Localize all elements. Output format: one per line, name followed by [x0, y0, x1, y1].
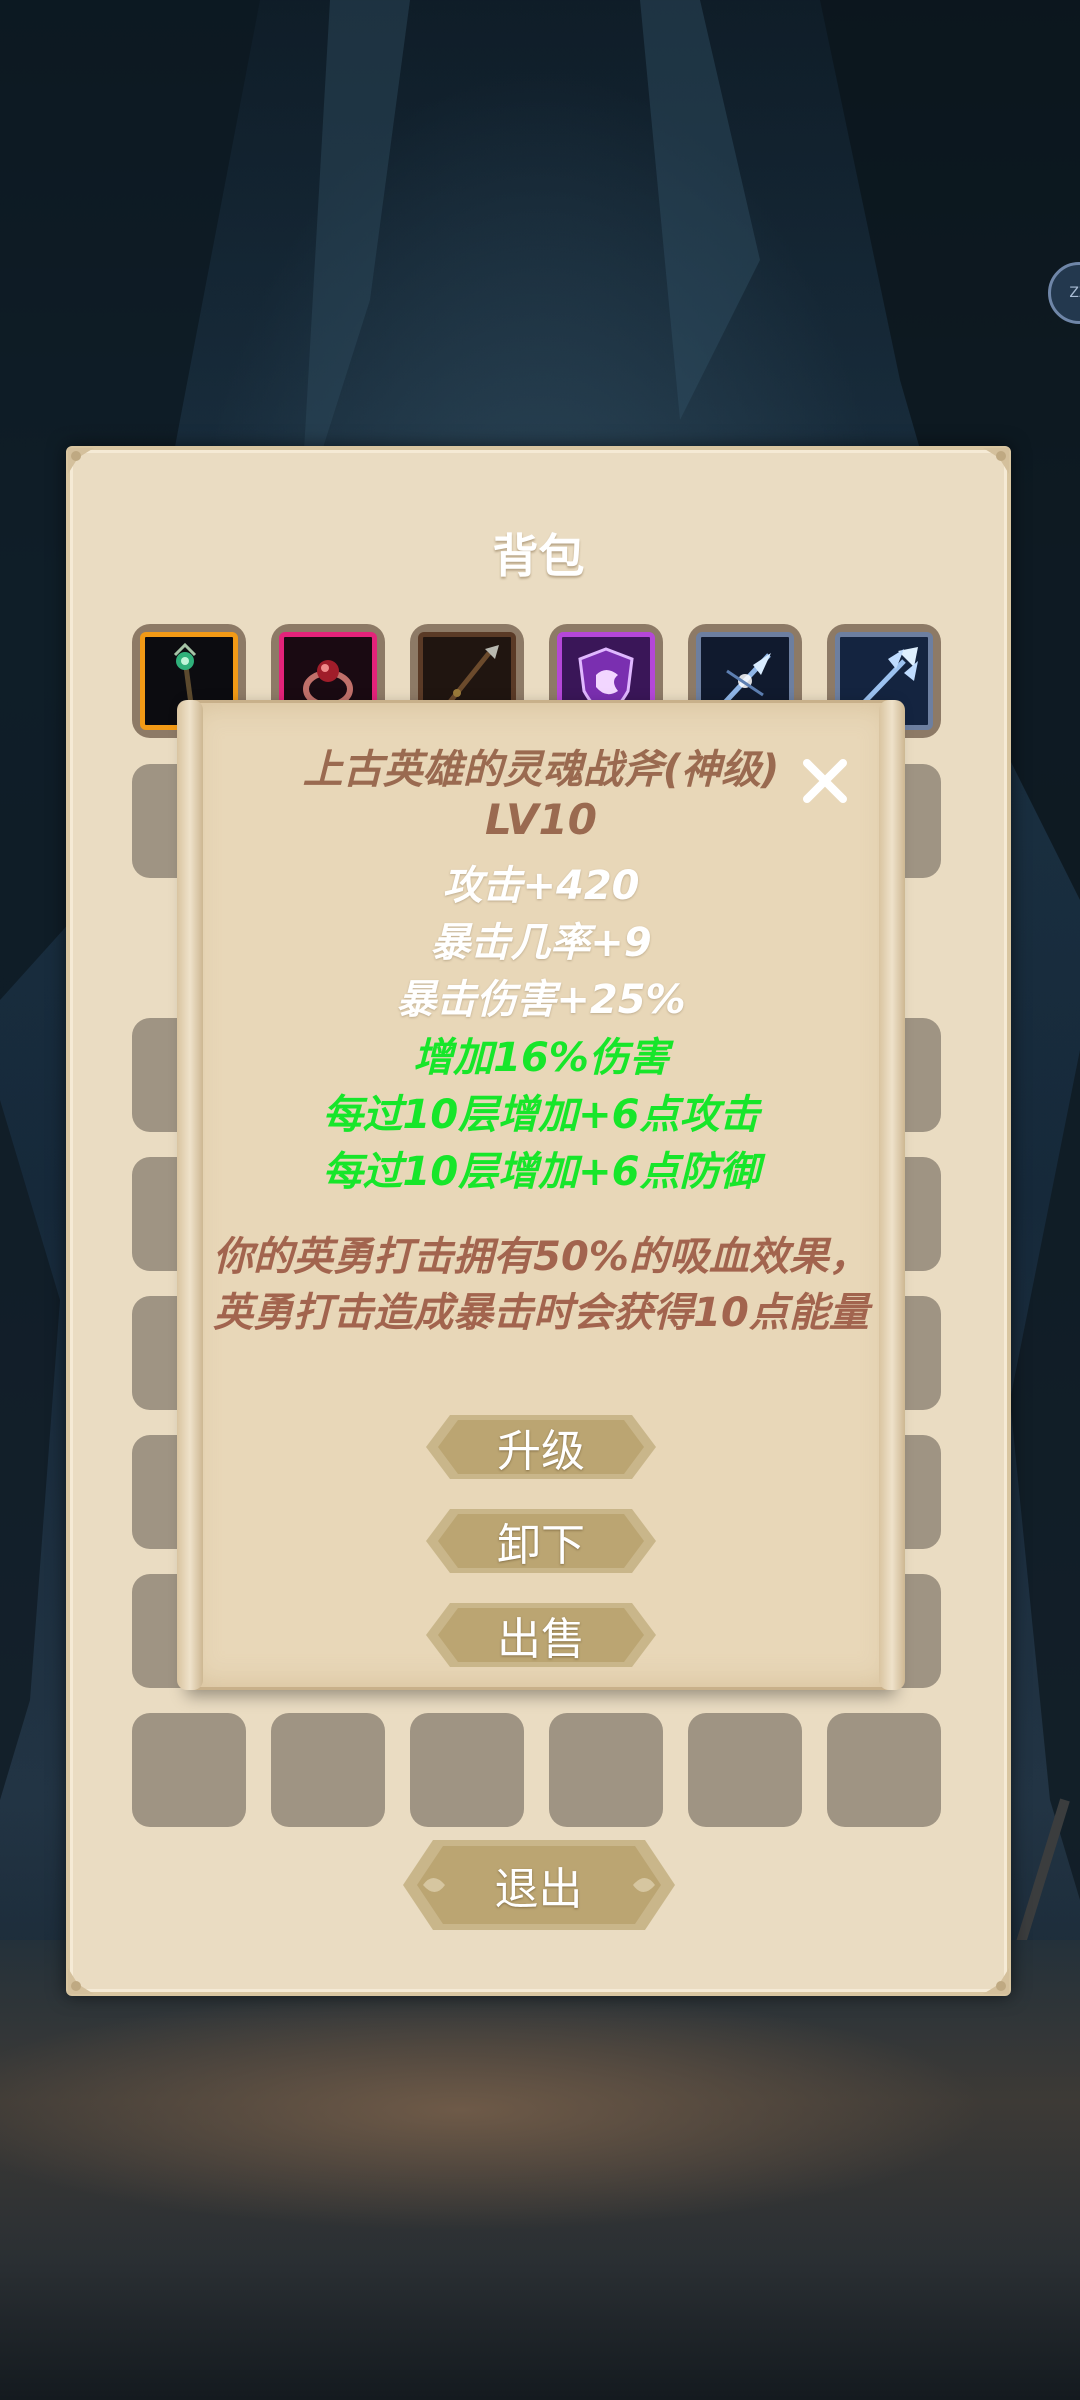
stat-crit-damage: 暴击伤害+25%	[396, 977, 686, 1023]
sell-label: 出售	[497, 1614, 585, 1665]
unequip-button[interactable]: 卸下	[426, 1509, 656, 1573]
side-badge-icon[interactable]: ZZ	[1048, 262, 1080, 324]
item-detail-popup: 上古英雄的灵魂战斧(神级) LV10 攻击+420 暴击几率+9 暴击伤害+25…	[177, 700, 905, 1690]
corner-ornament	[64, 1952, 110, 1998]
upgrade-button[interactable]: 升级	[426, 1415, 656, 1479]
bonus-damage: 增加16%伤害	[413, 1035, 669, 1081]
stat-crit-chance: 暴击几率+9	[430, 920, 652, 966]
empty-slot[interactable]	[271, 1713, 385, 1827]
bonus-attack-per-floor: 每过10层增加+6点攻击	[322, 1092, 760, 1138]
empty-slot[interactable]	[549, 1713, 663, 1827]
corner-ornament	[64, 444, 110, 490]
upgrade-label: 升级	[497, 1426, 585, 1477]
item-name: 上古英雄的灵魂战斧(神级)	[302, 747, 780, 793]
corner-ornament	[967, 1952, 1013, 1998]
exit-button[interactable]: 退出	[402, 1840, 675, 1930]
stat-attack: 攻击+420	[442, 863, 640, 909]
item-level: LV10	[485, 795, 597, 844]
cave-floor	[0, 1940, 1080, 2400]
inventory-title: 背包	[492, 529, 585, 583]
bonus-defense-per-floor: 每过10层增加+6点防御	[322, 1149, 760, 1195]
exit-label: 退出	[494, 1864, 583, 1915]
empty-slot[interactable]	[827, 1713, 941, 1827]
item-description: 你的英勇打击拥有50%的吸血效果，英勇打击造成暴击时会获得10点能量	[213, 1234, 869, 1336]
empty-slot[interactable]	[132, 1713, 246, 1827]
unequip-label: 卸下	[497, 1520, 585, 1571]
corner-ornament	[967, 444, 1013, 490]
empty-slot[interactable]	[410, 1713, 524, 1827]
sell-button[interactable]: 出售	[426, 1603, 656, 1667]
empty-slot[interactable]	[688, 1713, 802, 1827]
